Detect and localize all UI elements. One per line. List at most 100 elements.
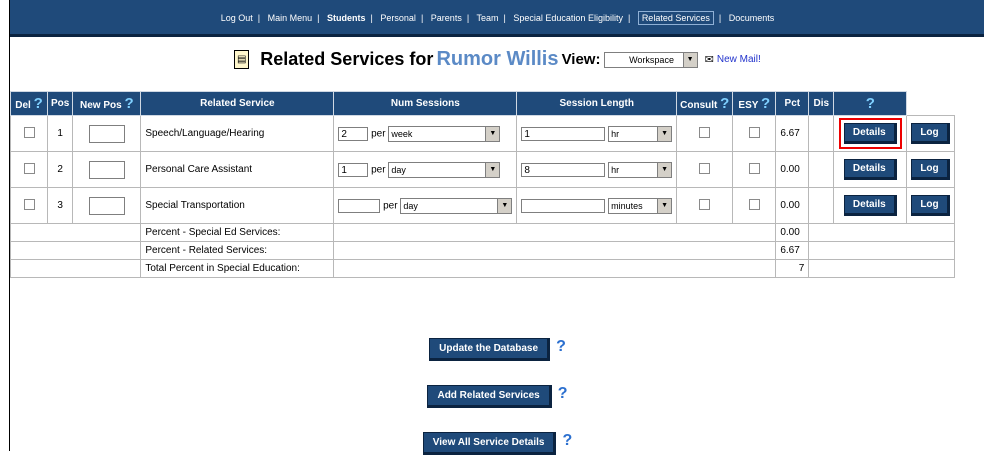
help-icon[interactable]: ? [761, 95, 770, 112]
col-help: ? [833, 91, 908, 116]
page-frame: Log Out | Main Menu | Students | Personal | … [9, 0, 984, 455]
help-icon[interactable]: ? [124, 95, 133, 112]
help-icon[interactable]: ? [866, 95, 875, 112]
chevron-down-icon: ▼ [657, 126, 672, 141]
unit-select[interactable]: hr ▼ [608, 125, 673, 142]
view-all-service-details-button[interactable]: View All Service Details [422, 432, 557, 455]
help-icon[interactable]: ? [558, 385, 568, 402]
chevron-down-icon: ▼ [657, 198, 672, 213]
nav-team[interactable]: Team [477, 13, 499, 23]
help-icon[interactable]: ? [562, 432, 572, 449]
summary-row: Percent - Related Services: 6.67 [9, 241, 955, 260]
col-dis: Dis [808, 91, 835, 116]
chevron-down-icon: ▼ [485, 126, 500, 141]
percent-value: 6.67 [775, 115, 810, 152]
summary-label: Total Percent in Special Education: [140, 259, 335, 278]
chevron-down-icon: ▼ [485, 162, 500, 177]
document-icon: ▤ [234, 50, 250, 69]
summary-value: 7 [775, 259, 810, 278]
period-select[interactable]: week ▼ [388, 125, 501, 142]
delete-checkbox[interactable] [23, 126, 35, 138]
log-button[interactable]: Log [911, 159, 950, 180]
summary-value: 6.67 [775, 241, 810, 260]
percent-value: 0.00 [775, 187, 810, 224]
new-position-input[interactable] [88, 124, 125, 143]
row-position: 3 [46, 187, 74, 224]
nav-students[interactable]: Students [327, 13, 366, 23]
col-log-spacer [906, 91, 955, 116]
delete-checkbox[interactable] [23, 162, 35, 174]
new-position-input[interactable] [88, 196, 125, 215]
col-pos: Pos [46, 91, 74, 116]
summary-label: Percent - Related Services: [140, 241, 335, 260]
page-heading: ▤ Related Services for Rumor Willis View… [10, 48, 984, 71]
log-button[interactable]: Log [911, 123, 950, 144]
add-action: Add Related Services? [10, 385, 984, 408]
details-button[interactable]: Details [843, 195, 897, 216]
summary-value: 0.00 [775, 223, 810, 242]
delete-checkbox[interactable] [23, 198, 35, 210]
per-label: per [371, 128, 386, 140]
related-services-table: Del ? Pos New Pos ? Related Service Num … [9, 91, 955, 278]
add-related-services-button[interactable]: Add Related Services [427, 385, 552, 408]
help-icon[interactable]: ? [720, 95, 729, 112]
nav-log-out[interactable]: Log Out [221, 13, 253, 23]
esy-checkbox[interactable] [748, 198, 760, 210]
summary-row: Percent - Special Ed Services: 0.00 [9, 223, 955, 242]
dis-cell [808, 151, 835, 188]
view-label: View: [561, 51, 601, 68]
nav-related-services[interactable]: Related Services [637, 11, 714, 25]
dis-cell [808, 115, 835, 152]
unit-select-value: hr [611, 164, 620, 175]
nav-documents[interactable]: Documents [729, 13, 775, 23]
update-action: Update the Database? [10, 338, 984, 361]
row-position: 1 [46, 115, 74, 152]
nav-parents[interactable]: Parents [431, 13, 462, 23]
esy-checkbox[interactable] [748, 126, 760, 138]
sessions-input[interactable]: 1 [338, 162, 369, 177]
mail-icon: ✉ [704, 54, 714, 66]
help-icon[interactable]: ? [34, 95, 43, 112]
length-input[interactable]: 1 [521, 126, 606, 141]
row-position: 2 [46, 151, 74, 188]
details-button[interactable]: Details [838, 118, 902, 149]
consult-checkbox[interactable] [699, 198, 711, 210]
log-button[interactable]: Log [911, 195, 950, 216]
unit-select[interactable]: minutes ▼ [608, 197, 673, 214]
nav-personal[interactable]: Personal [380, 13, 416, 23]
chevron-down-icon: ▼ [682, 52, 697, 67]
unit-select[interactable]: hr ▼ [608, 161, 673, 178]
summary-row: Total Percent in Special Education: 7 [9, 259, 955, 278]
unit-select-value: minutes [611, 200, 643, 211]
new-mail-link[interactable]: New Mail! [717, 54, 761, 65]
esy-checkbox[interactable] [748, 162, 760, 174]
nav-special-ed-eligibility[interactable]: Special Education Eligibility [513, 13, 623, 23]
student-name: Rumor Willis [436, 48, 559, 70]
col-pct: Pct [775, 91, 810, 116]
consult-checkbox[interactable] [699, 162, 711, 174]
view-all-action: View All Service Details? [10, 432, 984, 455]
period-select-value: week [391, 128, 413, 139]
col-related-service: Related Service [140, 91, 335, 116]
page-title: Related Services for [260, 49, 434, 69]
percent-value: 0.00 [775, 151, 810, 188]
period-select[interactable]: day ▼ [400, 197, 513, 214]
col-esy: ESY ? [732, 91, 777, 116]
new-position-input[interactable] [88, 160, 125, 179]
length-input[interactable]: 8 [521, 162, 606, 177]
length-input[interactable] [521, 198, 606, 213]
sessions-input[interactable]: 2 [338, 126, 369, 141]
view-select[interactable]: Workspace ▼ [603, 51, 698, 68]
nav-main-menu[interactable]: Main Menu [268, 13, 313, 23]
table-row: 2 Personal Care Assistant 1 per day ▼ 8 h… [10, 151, 955, 188]
period-select[interactable]: day ▼ [388, 161, 501, 178]
consult-checkbox[interactable] [699, 126, 711, 138]
update-database-button[interactable]: Update the Database [429, 338, 551, 361]
details-button[interactable]: Details [843, 159, 897, 180]
period-select-value: day [391, 164, 406, 175]
table-header-row: Del ? Pos New Pos ? Related Service Num … [10, 91, 955, 116]
col-del: Del ? [10, 91, 48, 116]
help-icon[interactable]: ? [556, 338, 566, 355]
sessions-input[interactable] [338, 198, 381, 213]
col-new-pos: New Pos ? [72, 91, 142, 116]
